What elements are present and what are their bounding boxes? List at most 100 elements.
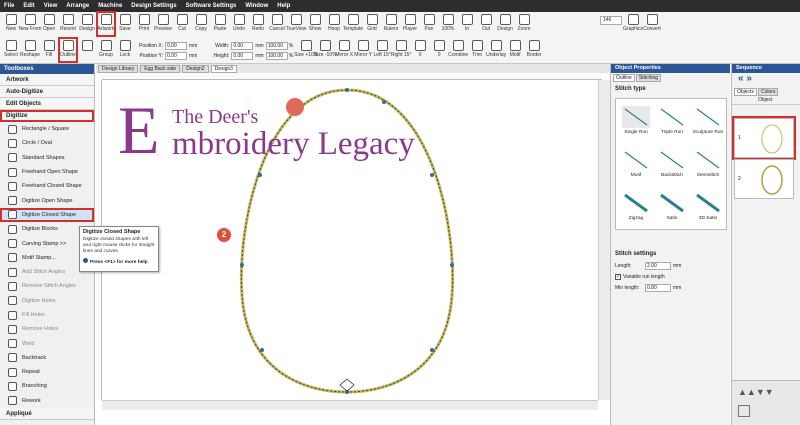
size-10-button[interactable]: Size -10% xyxy=(314,38,337,62)
trim-button[interactable]: Trim xyxy=(468,38,486,62)
preview-button[interactable]: Preview xyxy=(154,12,172,36)
paste-button[interactable]: Paste xyxy=(211,12,229,36)
min-length-input[interactable]: 0.80 xyxy=(645,283,671,292)
stitch-type-satin[interactable]: Satin xyxy=(654,189,690,229)
design-button[interactable]: Design xyxy=(496,12,514,36)
menu-arrange[interactable]: Arrange xyxy=(66,3,89,9)
section-artwork[interactable]: Artwork xyxy=(0,74,94,86)
tool-branching[interactable]: Branching xyxy=(0,379,94,393)
lock-button[interactable]: Lock xyxy=(116,38,134,62)
pan-button[interactable]: Pan xyxy=(420,12,438,36)
height-percent-input[interactable]: 100.00 xyxy=(265,52,288,60)
zoom-button[interactable]: Zoom xyxy=(515,12,533,36)
tab-stitching[interactable]: Stitching xyxy=(635,74,662,82)
tool-rectangle-square[interactable]: Rectangle / Square xyxy=(0,122,94,136)
height-input[interactable]: 0.00 xyxy=(231,52,254,60)
doc-tab-design2[interactable]: Design2 xyxy=(182,64,209,73)
redo-button[interactable]: Redo xyxy=(249,12,267,36)
menu-window[interactable]: Window xyxy=(245,3,268,9)
menu-software-settings[interactable]: Software Settings xyxy=(186,3,237,9)
menu-view[interactable]: View xyxy=(44,3,58,9)
player-button[interactable]: Player xyxy=(401,12,419,36)
trueview-button[interactable]: TrueView xyxy=(286,12,306,36)
cancel-button[interactable]: Cancel xyxy=(268,12,286,36)
stitch-type-single-run[interactable]: Single Run xyxy=(618,103,654,143)
variable-run-checkbox[interactable]: ✓ xyxy=(615,273,621,280)
outline-button[interactable]: Outline xyxy=(58,37,78,63)
tool-weld[interactable]: Weld xyxy=(0,336,94,350)
doc-tab-design3[interactable]: Design3 xyxy=(210,64,237,73)
menu-edit[interactable]: Edit xyxy=(23,3,34,9)
size-10-button[interactable]: Size +10% xyxy=(294,38,318,62)
menu-file[interactable]: File xyxy=(4,3,14,9)
section-applique[interactable]: Appliqué xyxy=(0,407,94,420)
stitch-type-zigzag[interactable]: Zigzag xyxy=(618,189,654,229)
select-button[interactable]: Select xyxy=(2,38,20,62)
0-button[interactable]: 0 xyxy=(430,38,448,62)
combine-button[interactable]: Combine xyxy=(448,38,468,62)
section-digitize[interactable]: Digitize xyxy=(0,110,94,122)
tool-repeat[interactable]: Repeat xyxy=(0,365,94,379)
tool-freehand-closed-shape[interactable]: Freehand Closed Shape xyxy=(0,179,94,193)
sequence-prev-icon[interactable]: « xyxy=(738,73,744,84)
border-button[interactable]: Border xyxy=(525,38,543,62)
save-button[interactable]: Save xyxy=(116,12,134,36)
100-button[interactable]: 100% xyxy=(439,12,457,36)
undo-button[interactable]: Undo xyxy=(230,12,248,36)
menu-machine[interactable]: Machine xyxy=(98,3,122,9)
stitch-type-sculpture-run[interactable]: Sculpture Run xyxy=(690,103,726,143)
cut-button[interactable]: Cut xyxy=(173,12,191,36)
vertical-scrollbar[interactable] xyxy=(598,80,610,400)
section-edit-objects[interactable]: Edit Objects xyxy=(0,98,94,110)
layers-icon-button[interactable] xyxy=(78,38,96,62)
position-x-input[interactable]: 0.00 xyxy=(165,42,187,50)
stitch-type-3d-satin[interactable]: 3D Satin xyxy=(690,189,726,229)
in-button[interactable]: In xyxy=(458,12,476,36)
renumber-icon[interactable] xyxy=(738,405,750,417)
tool-rework[interactable]: Rework xyxy=(0,394,94,408)
tool-remove-holes[interactable]: Remove Holes xyxy=(0,322,94,336)
tool-digitize-open-shape[interactable]: Digitize Open Shape xyxy=(0,193,94,207)
tool-fill-holes[interactable]: Fill Holes xyxy=(0,308,94,322)
sequence-row-1[interactable]: 1 xyxy=(732,116,796,160)
sequence-row-2[interactable]: 2 xyxy=(734,159,794,199)
motif-button[interactable]: Motif xyxy=(506,38,524,62)
mirror-y-button[interactable]: Mirror Y xyxy=(354,38,372,62)
open-button[interactable]: Open xyxy=(40,12,58,36)
stitch-type-stemstitch[interactable]: Stemstitch xyxy=(690,146,726,186)
doc-tab-egg-back-side[interactable]: Egg Back side xyxy=(140,64,181,73)
horizontal-scrollbar[interactable] xyxy=(102,400,598,410)
doc-tab-design-library[interactable]: Design Library xyxy=(98,64,139,73)
tool-standard-shapes[interactable]: Standard Shapes xyxy=(0,151,94,165)
copy-button[interactable]: Copy xyxy=(192,12,210,36)
group-button[interactable]: Group xyxy=(97,38,115,62)
underlay-button[interactable]: Underlay xyxy=(486,38,506,62)
stitch-type-backstitch[interactable]: Backstitch xyxy=(654,146,690,186)
graphics-button[interactable]: Graphics xyxy=(623,12,643,36)
convert-button[interactable]: Convert xyxy=(643,12,661,36)
rulers-button[interactable]: Rulers xyxy=(382,12,400,36)
sequence-tab-colors[interactable]: Colors xyxy=(757,88,779,96)
tool-digitize-holes[interactable]: Digitize Holes xyxy=(0,294,94,308)
new-from-button[interactable]: New From xyxy=(18,12,42,36)
0-button[interactable]: 0 xyxy=(411,38,429,62)
template-button[interactable]: Template xyxy=(343,12,363,36)
reshape-button[interactable]: Reshape xyxy=(20,38,40,62)
left-15-button[interactable]: Left 15° xyxy=(373,38,391,62)
show-button[interactable]: Show xyxy=(306,12,324,36)
new-button[interactable]: New xyxy=(2,12,20,36)
section-auto-digitize[interactable]: Auto-Digitize xyxy=(0,86,94,98)
stitch-type-motif[interactable]: Motif xyxy=(618,146,654,186)
stitch-type-triple-run[interactable]: Triple Run xyxy=(654,103,690,143)
out-button[interactable]: Out xyxy=(477,12,495,36)
tab-outline[interactable]: Outline xyxy=(613,74,635,82)
fill-button[interactable]: Fill xyxy=(40,38,58,62)
design-button[interactable]: Design xyxy=(78,12,96,36)
position-y-input[interactable]: 0.00 xyxy=(165,52,187,60)
tool-circle-oval[interactable]: Circle / Oval xyxy=(0,136,94,150)
menu-help[interactable]: Help xyxy=(277,3,290,9)
print-button[interactable]: Print xyxy=(135,12,153,36)
width-percent-input[interactable]: 100.00 xyxy=(265,42,288,50)
right-15-button[interactable]: Right 15° xyxy=(391,38,411,62)
sequence-arrows[interactable]: « » xyxy=(732,73,800,87)
